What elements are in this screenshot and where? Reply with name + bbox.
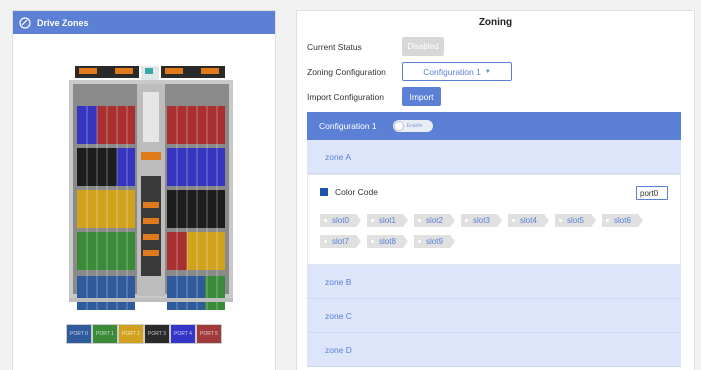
slot-dot-icon xyxy=(371,219,374,222)
drive-enclosure-image xyxy=(69,66,233,310)
slot-dot-icon xyxy=(606,219,609,222)
status-disabled-button[interactable]: Disabled xyxy=(402,37,444,56)
color-code-swatch[interactable] xyxy=(320,188,328,196)
slot-tag[interactable]: slot2 xyxy=(414,214,455,227)
port-input[interactable]: port0 xyxy=(636,186,668,200)
caret-down-icon: ▼ xyxy=(484,68,491,75)
slot-tag[interactable]: slot8 xyxy=(367,235,408,248)
slot-label: slot6 xyxy=(614,216,631,225)
port-legend-item: PORT 2 xyxy=(118,324,144,344)
zone-d-label: zone D xyxy=(325,344,352,355)
slot-dot-icon xyxy=(559,219,562,222)
zone-a-body: Color Code port0 slot0 slot1 slot2 slot3 slo… xyxy=(307,174,681,265)
slot-tag[interactable]: slot7 xyxy=(320,235,361,248)
port-color-legend: PORT 0 PORT 1 PORT 2 PORT 3 PORT 4 PORT 5 xyxy=(66,324,222,344)
zone-c-label: zone C xyxy=(325,310,352,321)
zoning-configuration-value: Configuration 1 xyxy=(423,66,481,77)
slot-dot-icon xyxy=(418,240,421,243)
slot-label: slot3 xyxy=(473,216,490,225)
zoning-configuration-label: Zoning Configuration xyxy=(307,67,386,77)
port-legend-item: PORT 5 xyxy=(196,324,222,344)
slot-dot-icon xyxy=(324,219,327,222)
slot-tag[interactable]: slot0 xyxy=(320,214,361,227)
port-legend-item: PORT 3 xyxy=(144,324,170,344)
zone-a-header[interactable]: zone A xyxy=(307,140,681,174)
import-button[interactable]: Import xyxy=(402,87,441,106)
zones-icon xyxy=(19,16,31,29)
slot-tag[interactable]: slot6 xyxy=(602,214,643,227)
toggle-label: Enable xyxy=(406,123,423,129)
color-code-label: Color Code xyxy=(335,187,378,197)
configuration-title: Configuration 1 xyxy=(319,121,377,131)
slot-dot-icon xyxy=(418,219,421,222)
slot-list: slot0 slot1 slot2 slot3 slot4 slot5 slot6 slot7… xyxy=(320,214,665,256)
slot-label: slot5 xyxy=(567,216,584,225)
current-status-label: Current Status xyxy=(307,42,362,52)
slot-label: slot8 xyxy=(379,237,396,246)
drive-zones-panel: Drive Zones PORT 0 PORT 1 PORT 2 PORT 3 … xyxy=(12,10,276,370)
enable-toggle[interactable]: Enable xyxy=(392,120,433,132)
slot-tag[interactable]: slot4 xyxy=(508,214,549,227)
configuration-header[interactable]: Configuration 1 Enable xyxy=(307,112,681,140)
slot-tag[interactable]: slot9 xyxy=(414,235,455,248)
slot-dot-icon xyxy=(371,240,374,243)
slot-tag[interactable]: slot5 xyxy=(555,214,596,227)
slot-tag[interactable]: slot3 xyxy=(461,214,502,227)
zone-b-label: zone B xyxy=(325,276,352,287)
port-legend-item: PORT 1 xyxy=(92,324,118,344)
zone-d-header[interactable]: zone D xyxy=(307,333,681,367)
slot-label: slot2 xyxy=(426,216,443,225)
zoning-configuration-select[interactable]: Configuration 1 ▼ xyxy=(402,62,512,81)
slot-tag[interactable]: slot1 xyxy=(367,214,408,227)
slot-label: slot7 xyxy=(332,237,349,246)
import-configuration-label: Import Configuration xyxy=(307,92,385,102)
slot-dot-icon xyxy=(324,240,327,243)
zone-c-header[interactable]: zone C xyxy=(307,299,681,333)
toggle-knob xyxy=(393,121,404,131)
zone-a-label: zone A xyxy=(325,151,351,162)
slot-dot-icon xyxy=(512,219,515,222)
port-legend-item: PORT 4 xyxy=(170,324,196,344)
zoning-title: Zoning xyxy=(478,17,513,28)
slot-label: slot0 xyxy=(332,216,349,225)
port-legend-item: PORT 0 xyxy=(66,324,92,344)
zone-b-header[interactable]: zone B xyxy=(307,265,681,299)
zoning-panel: Zoning Current Status Disabled Zoning Co… xyxy=(296,10,695,370)
slot-label: slot4 xyxy=(520,216,537,225)
slot-label: slot1 xyxy=(379,216,396,225)
drive-zones-header: Drive Zones xyxy=(13,11,275,34)
drive-zones-title: Drive Zones xyxy=(37,17,89,28)
slot-dot-icon xyxy=(465,219,468,222)
slot-label: slot9 xyxy=(426,237,443,246)
